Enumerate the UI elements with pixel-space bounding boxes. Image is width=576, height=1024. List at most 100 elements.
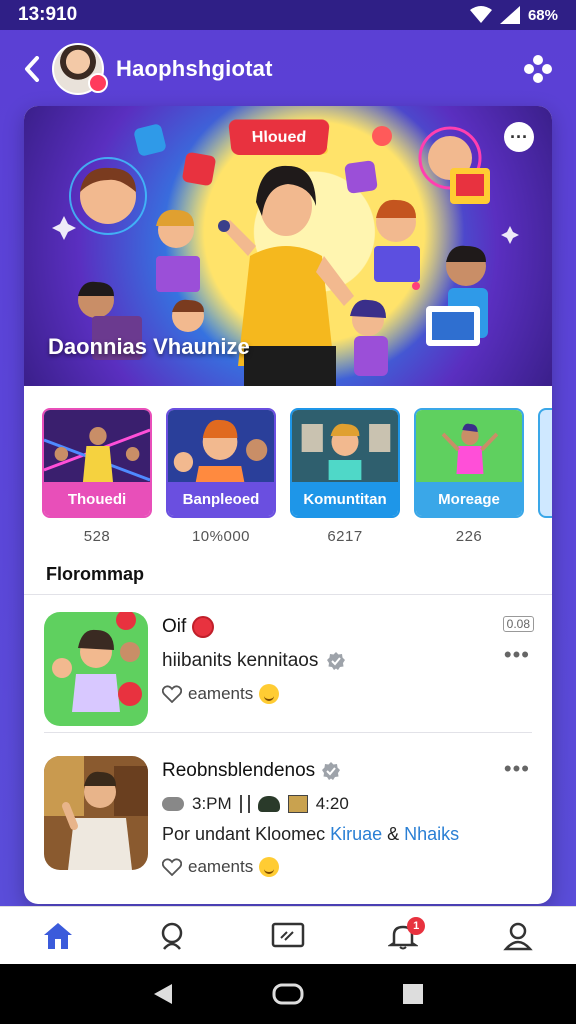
- category-thumbnail: [292, 410, 398, 486]
- profile-header: Haophshgiotat: [0, 38, 576, 100]
- feed-stat-time: 3:PM: [192, 794, 232, 813]
- category-card: [538, 408, 552, 518]
- feed-thumbnail: [44, 612, 148, 726]
- category-tile[interactable]: Banpleoed 10%000: [166, 408, 276, 566]
- battery-level: 68%: [527, 6, 558, 24]
- feed-stats: 3:PM 4:20: [162, 794, 534, 814]
- category-label: Banpleoed: [168, 482, 274, 516]
- avatar-status-badge: [88, 73, 108, 93]
- feed-meta: eaments: [162, 684, 534, 704]
- hero-more-button[interactable]: ···: [504, 122, 534, 152]
- square-recents-icon: [403, 984, 424, 1004]
- nav-profile[interactable]: [488, 911, 548, 961]
- flower-settings-icon: [524, 55, 552, 83]
- nav-notifications[interactable]: 1: [373, 911, 433, 961]
- feed-subtitle: Por undant Kloomec Kiruae & Nhaiks: [162, 824, 534, 845]
- verified-badge-icon: [327, 652, 346, 670]
- status-icons: 68%: [469, 6, 558, 24]
- profile-icon: [503, 922, 534, 950]
- feed-subtitle: hiibanits kennitaos: [162, 650, 534, 672]
- feed-amp: &: [387, 824, 400, 844]
- feed-text: Oif 0.08 hiibanits kennitaos eaments: [162, 612, 534, 704]
- signal-icon: [499, 6, 520, 24]
- hero-badge: Hloued: [228, 119, 330, 156]
- profile-avatar[interactable]: [52, 43, 108, 95]
- notification-badge: 1: [407, 916, 426, 935]
- category-card: Banpleoed: [166, 408, 276, 518]
- main-card: Hloued ··· Daonnias Vhaunize Thouedi 528: [24, 106, 552, 904]
- feed-subtitle-text: Por undant Kloomec: [162, 824, 326, 844]
- feed-subtitle-text: hiibanits kennitaos: [162, 650, 319, 671]
- category-count: 10%000: [191, 528, 251, 545]
- board-icon: [271, 922, 305, 947]
- verified-badge-icon: [322, 762, 341, 780]
- heart-icon[interactable]: [162, 858, 182, 876]
- category-label: Thouedi: [44, 482, 150, 516]
- cloud-icon: [162, 797, 184, 811]
- home-icon: [43, 922, 72, 949]
- status-bar: 13:910 68%: [0, 0, 576, 30]
- more-options-button[interactable]: •••: [504, 642, 530, 668]
- category-card: Thouedi: [42, 408, 152, 518]
- feed-thumbnail-image: [44, 756, 148, 870]
- system-home-button[interactable]: [268, 974, 308, 1014]
- feed-meta-text: eaments: [188, 857, 254, 876]
- chevron-left-icon: [25, 56, 39, 82]
- hero-title: Daonnias Vhaunize: [48, 334, 250, 359]
- back-button[interactable]: [18, 49, 46, 89]
- category-tile[interactable]: Thouedi 528: [42, 408, 152, 566]
- category-label: Moreage: [416, 482, 522, 516]
- category-tile-partial[interactable]: [538, 408, 552, 566]
- feed-thumbnail: [44, 756, 148, 870]
- feed-text: Reobnsblendenos 3:PM 4:20 Por undant Klo…: [162, 756, 534, 877]
- category-card: Komuntitan: [290, 408, 400, 518]
- feed-thumbnail-image: [44, 612, 148, 726]
- heart-icon[interactable]: [162, 685, 182, 703]
- feed-title-text: Oif: [162, 616, 187, 637]
- section-title: Florommap: [46, 564, 145, 584]
- feed-meta-text: eaments: [188, 684, 254, 703]
- feed-stat-value: 4:20: [315, 794, 349, 813]
- pill-home-icon: [272, 983, 304, 1005]
- feed-title: Oif: [162, 612, 534, 642]
- category-carousel[interactable]: Thouedi 528 Banpleoed 10%000 Komuntitan …: [24, 386, 552, 566]
- category-card: Moreage: [414, 408, 524, 518]
- pot-icon: [257, 796, 280, 812]
- feed-meta: eaments: [162, 857, 534, 877]
- nav-home[interactable]: [28, 911, 88, 961]
- feed-title: Reobnsblendenos: [162, 756, 534, 786]
- nav-board[interactable]: [258, 911, 318, 961]
- search-person-icon: [161, 922, 183, 950]
- divider: [24, 594, 552, 595]
- category-thumbnail: [44, 410, 150, 486]
- feed-link[interactable]: Nhaiks: [404, 824, 459, 845]
- more-options-button[interactable]: •••: [504, 756, 530, 782]
- nav-search[interactable]: [143, 911, 203, 961]
- divider: [44, 732, 532, 733]
- system-navigation-bar: [0, 964, 576, 1024]
- system-recents-button[interactable]: [393, 974, 433, 1014]
- feed-item[interactable]: Oif 0.08 hiibanits kennitaos eaments •••: [44, 612, 534, 732]
- category-count: 6217: [327, 528, 363, 545]
- page-title: Haophshgiotat: [116, 56, 273, 81]
- category-tile[interactable]: Moreage 226: [414, 408, 524, 566]
- triangle-back-icon: [153, 984, 172, 1004]
- bars-icon: [239, 795, 250, 813]
- system-back-button[interactable]: [143, 974, 183, 1014]
- settings-button[interactable]: [518, 49, 558, 89]
- category-count: 528: [83, 528, 111, 545]
- hero-banner[interactable]: Hloued ··· Daonnias Vhaunize: [24, 106, 552, 386]
- category-tile[interactable]: Komuntitan 6217: [290, 408, 400, 566]
- category-label: Komuntitan: [292, 482, 398, 516]
- feed-title-text: Reobnsblendenos: [162, 760, 316, 781]
- map-icon: [287, 795, 308, 813]
- category-thumbnail: [416, 410, 522, 486]
- feed-item[interactable]: Reobnsblendenos 3:PM 4:20 Por undant Klo…: [44, 756, 534, 886]
- wifi-icon: [469, 6, 492, 23]
- category-thumbnail: [168, 410, 274, 486]
- feed-link[interactable]: Kiruae: [330, 824, 382, 845]
- bottom-navigation: 1: [0, 906, 576, 964]
- smile-emoji-icon: [259, 684, 280, 704]
- tomato-icon: [192, 616, 215, 638]
- feed-badge: 0.08: [502, 616, 534, 632]
